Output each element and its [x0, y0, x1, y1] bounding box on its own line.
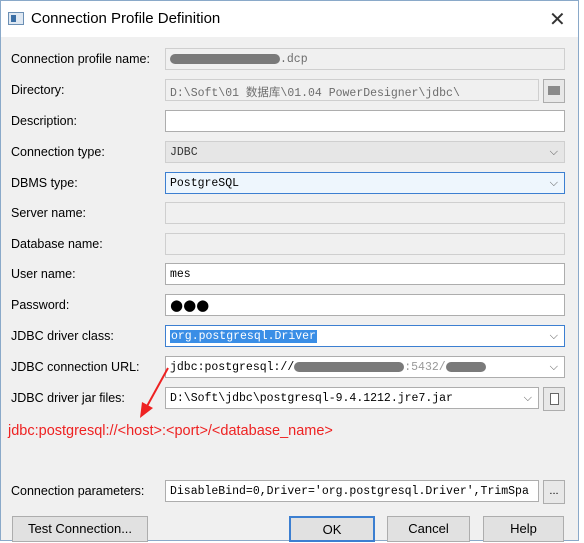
server-name-field[interactable] — [165, 202, 565, 224]
chevron-down-icon: ⌵ — [549, 145, 558, 158]
url-format-annotation: jdbc:postgresql://<host>:<port>/<databas… — [8, 423, 333, 439]
label-dbms-type: DBMS type: — [11, 176, 78, 190]
profile-name-suffix: .dcp — [280, 53, 308, 66]
test-connection-button[interactable]: Test Connection... — [12, 516, 148, 542]
connection-type-value: JDBC — [170, 146, 198, 159]
label-connection-params: Connection parameters: — [11, 484, 145, 498]
label-connection-url: JDBC connection URL: — [11, 360, 140, 374]
label-database-name: Database name: — [11, 237, 103, 251]
label-directory: Directory: — [11, 83, 65, 97]
description-input[interactable] — [165, 110, 565, 132]
app-icon — [8, 12, 24, 25]
label-server-name: Server name: — [11, 206, 87, 220]
label-connection-type: Connection type: — [11, 145, 105, 159]
database-name-field[interactable] — [165, 233, 565, 255]
chevron-down-icon: ⌵ — [523, 391, 532, 404]
url-port: :5432/ — [404, 361, 446, 374]
red-arrow — [140, 367, 169, 418]
user-name-input[interactable]: mes — [165, 263, 565, 285]
chevron-down-icon: ⌵ — [549, 329, 558, 342]
window-title: Connection Profile Definition — [31, 10, 221, 27]
connection-url-select[interactable]: jdbc:postgresql:// :5432/ ⌵ — [165, 356, 565, 378]
document-icon — [549, 393, 559, 405]
driver-class-select[interactable]: org.postgresql.Driver ⌵ — [165, 325, 565, 347]
label-driver-jar: JDBC driver jar files: — [11, 391, 125, 405]
browse-jar-button[interactable] — [543, 387, 565, 411]
redacted-blob — [294, 361, 405, 372]
driver-class-value: org.postgresql.Driver — [170, 330, 317, 343]
browse-folder-button[interactable] — [543, 79, 565, 103]
dialog-window: Connection Profile Definition ✕ Connecti… — [0, 0, 579, 542]
folder-icon — [548, 86, 560, 95]
label-user-name: User name: — [11, 267, 76, 281]
connection-type-select[interactable]: JDBC ⌵ — [165, 141, 565, 163]
label-password: Password: — [11, 298, 70, 312]
dbms-type-value: PostgreSQL — [170, 177, 240, 190]
edit-params-button[interactable]: ... — [543, 480, 565, 504]
close-icon[interactable]: ✕ — [549, 7, 566, 32]
chevron-down-icon: ⌵ — [549, 360, 558, 373]
dbms-type-select[interactable]: PostgreSQL ⌵ — [165, 172, 565, 194]
driver-jar-select[interactable]: D:\Soft\jdbc\postgresql-9.4.1212.jre7.ja… — [165, 387, 539, 409]
password-input[interactable]: ●●● — [165, 294, 565, 316]
ok-button[interactable]: OK — [289, 516, 375, 542]
driver-jar-value: D:\Soft\jdbc\postgresql-9.4.1212.jre7.ja… — [170, 392, 453, 405]
title-bar: Connection Profile Definition ✕ — [1, 1, 578, 37]
chevron-down-icon: ⌵ — [549, 176, 558, 189]
label-profile-name: Connection profile name: — [11, 52, 150, 66]
url-prefix: jdbc:postgresql:// — [170, 361, 295, 374]
cancel-button[interactable]: Cancel — [387, 516, 470, 542]
label-driver-class: JDBC driver class: — [11, 329, 114, 343]
redacted-blob — [445, 361, 486, 372]
help-button[interactable]: Help — [483, 516, 564, 542]
label-description: Description: — [11, 114, 77, 128]
connection-params-field[interactable]: DisableBind=0,Driver='org.postgresql.Dri… — [165, 480, 539, 502]
profile-name-field[interactable]: .dcp — [165, 48, 565, 70]
directory-field[interactable]: D:\Soft\01 数据库\01.04 PowerDesigner\jdbc\ — [165, 79, 539, 101]
redacted-blob — [170, 53, 280, 64]
